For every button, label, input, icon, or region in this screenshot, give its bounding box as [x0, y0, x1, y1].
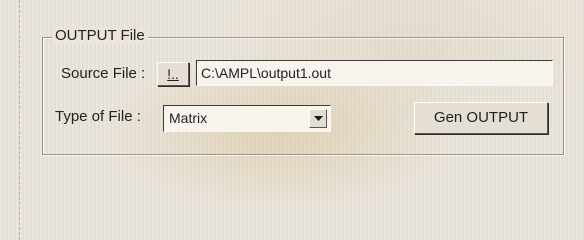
file-type-select[interactable]: Matrix	[163, 105, 331, 132]
browse-button-label: !..	[167, 66, 179, 82]
type-of-file-label: Type of File :	[55, 108, 141, 125]
dropdown-button[interactable]	[309, 109, 327, 128]
groupbox-title: OUTPUT File	[52, 27, 148, 44]
browse-button[interactable]: !..	[157, 62, 189, 86]
source-file-path-input[interactable]: C:\AMPL\output1.out	[196, 60, 553, 86]
source-file-label: Source File :	[61, 65, 146, 82]
gen-output-button[interactable]: Gen OUTPUT	[414, 102, 548, 134]
chevron-down-icon	[314, 116, 323, 121]
file-type-selected-value: Matrix	[169, 110, 208, 126]
output-file-groupbox	[42, 37, 564, 155]
